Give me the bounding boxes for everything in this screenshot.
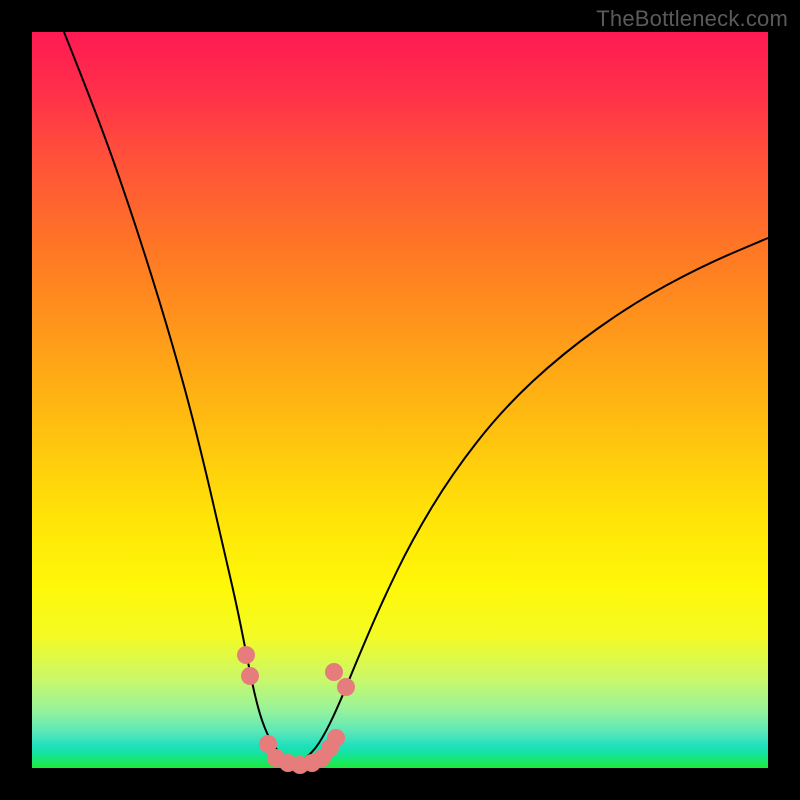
cluster-dot: [237, 646, 255, 664]
curves-layer: [32, 32, 768, 768]
watermark-text: TheBottleneck.com: [596, 6, 788, 32]
cluster-dot: [325, 663, 343, 681]
cluster-dot: [337, 678, 355, 696]
cluster-dot: [327, 729, 345, 747]
left-curve: [64, 32, 298, 764]
outer-frame: TheBottleneck.com: [0, 0, 800, 800]
right-curve: [298, 238, 768, 764]
cluster-dot: [241, 667, 259, 685]
plot-area: [32, 32, 768, 768]
